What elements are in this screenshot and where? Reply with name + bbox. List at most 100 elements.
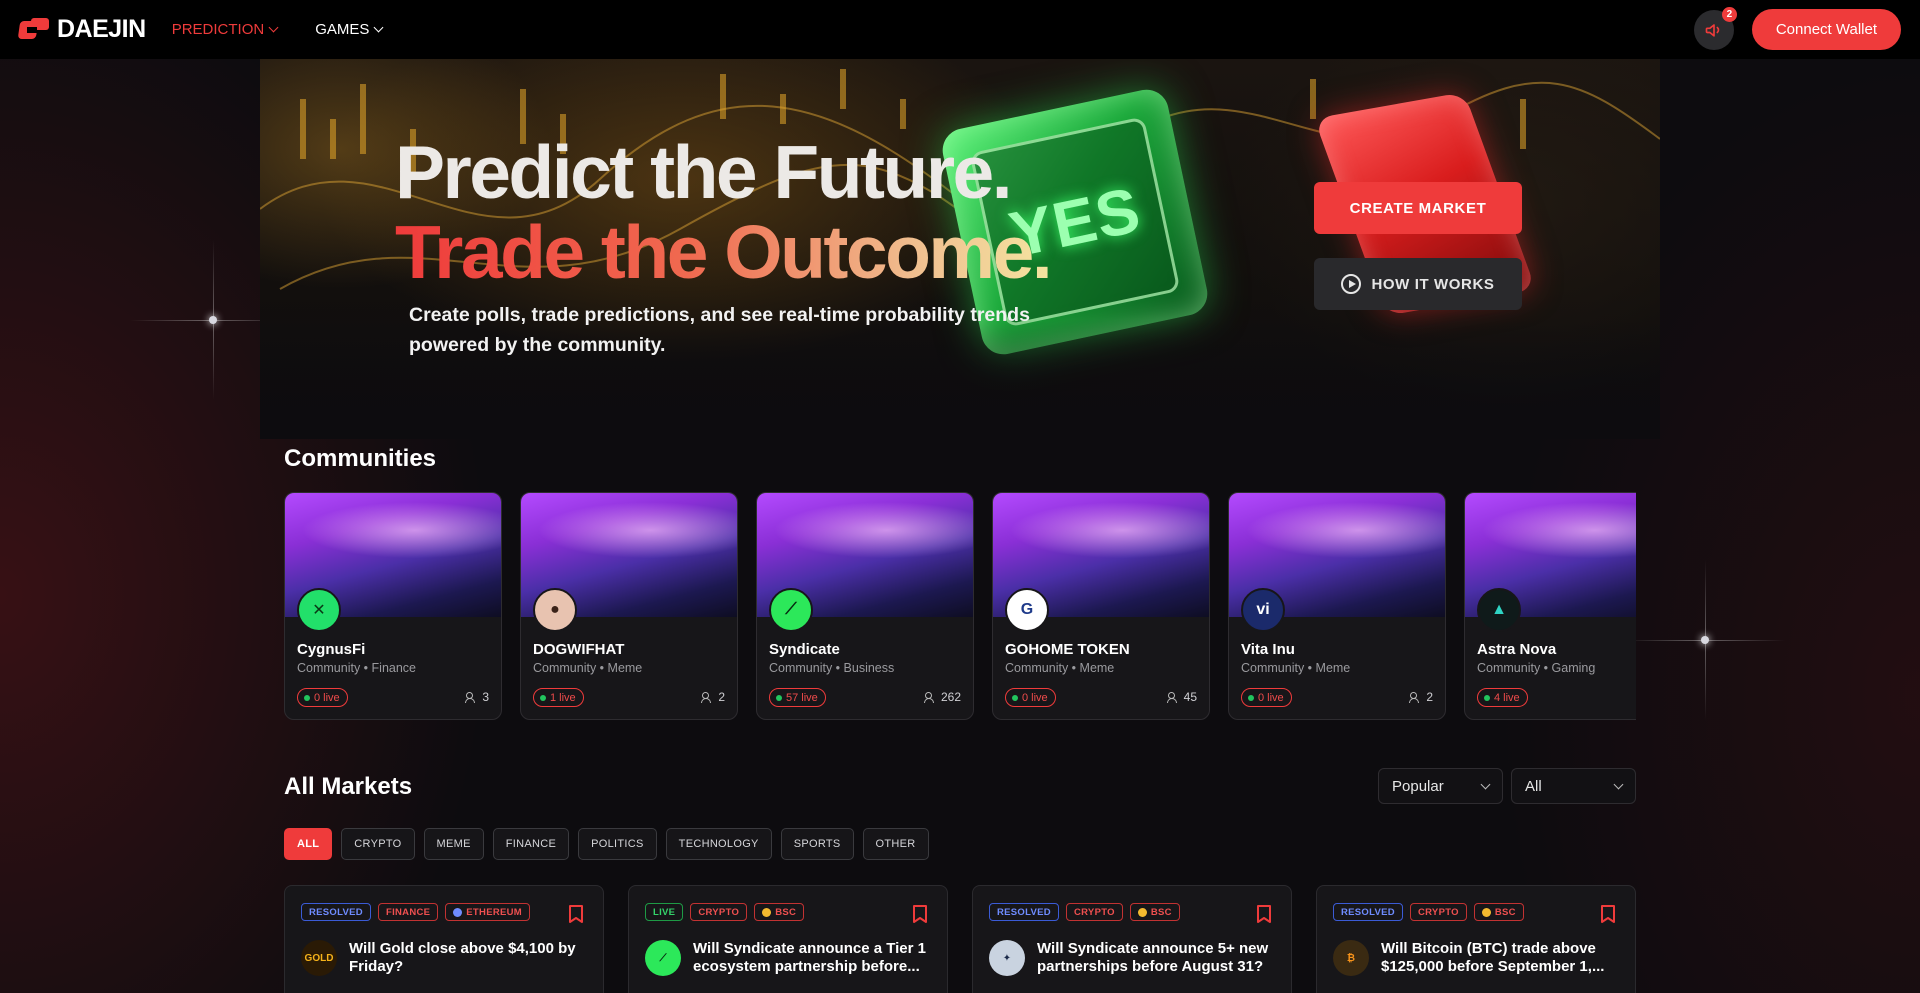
- all-markets-title: All Markets: [284, 773, 413, 800]
- chain-icon: [1481, 907, 1491, 917]
- live-count: 0 live: [314, 691, 340, 704]
- bookmark-icon: [913, 905, 927, 923]
- chain-icon: [762, 907, 772, 917]
- community-meta: Community • Finance: [297, 661, 417, 675]
- community-avatar: ●: [533, 588, 577, 632]
- community-meta: Community • Gaming: [1477, 661, 1596, 675]
- member-count: 2: [701, 690, 725, 704]
- create-market-label: CREATE MARKET: [1349, 199, 1487, 217]
- member-count: 2: [1409, 690, 1433, 704]
- connect-wallet-button[interactable]: Connect Wallet: [1751, 9, 1901, 50]
- community-card[interactable]: ● DOGWIFHAT Community • Meme 1 live 2: [520, 492, 738, 720]
- category-chip-sports[interactable]: SPORTS: [780, 828, 854, 860]
- market-avatar: ✦: [989, 940, 1025, 976]
- bookmark-button[interactable]: [1601, 905, 1615, 923]
- member-count: 45: [1166, 690, 1197, 704]
- bookmark-button[interactable]: [569, 905, 583, 923]
- play-circle-icon: [1341, 274, 1362, 294]
- category-chip-technology[interactable]: TECHNOLOGY: [665, 828, 772, 860]
- sparkle-decoration-right: [1625, 560, 1785, 720]
- chevron-down-icon: [1613, 779, 1624, 789]
- market-tags: RESOLVED CRYPTO BSC: [989, 903, 1180, 921]
- category-chip-politics[interactable]: POLITICS: [578, 828, 657, 860]
- member-count-value: 262: [940, 690, 961, 704]
- chevron-down-icon: [1480, 779, 1491, 789]
- bookmark-icon: [569, 905, 583, 923]
- category-badge: CRYPTO: [690, 903, 748, 921]
- chain-label: BSC: [775, 906, 797, 918]
- community-avatar: vi: [1241, 588, 1285, 632]
- chain-label: BSC: [1150, 906, 1172, 918]
- community-meta: Community • Business: [769, 661, 895, 675]
- community-card[interactable]: vi Vita Inu Community • Meme 0 live 2: [1228, 492, 1446, 720]
- market-question: Will Syndicate announce a Tier 1 ecosyst…: [693, 940, 926, 975]
- announcements-button[interactable]: 2: [1693, 6, 1737, 50]
- sort-select[interactable]: Popular: [1378, 768, 1503, 804]
- category-chip-meme[interactable]: MEME: [423, 828, 484, 860]
- bookmark-button[interactable]: [1257, 905, 1271, 923]
- community-avatar: ✕: [297, 588, 341, 632]
- megaphone-icon: [1705, 23, 1720, 37]
- users-icon: [701, 691, 713, 703]
- live-dot-icon: [540, 694, 546, 701]
- bookmark-button[interactable]: [913, 905, 927, 923]
- status-badge: RESOLVED: [301, 903, 371, 921]
- community-name: GOHOME TOKEN: [1005, 641, 1130, 658]
- member-count: 262: [923, 690, 961, 704]
- live-count: 57 live: [786, 691, 818, 704]
- users-icon: [1166, 691, 1179, 703]
- status-badge: LIVE: [645, 903, 684, 921]
- category-chip-crypto[interactable]: CRYPTO: [341, 828, 415, 860]
- market-avatar: GOLD: [301, 940, 337, 976]
- nav-games[interactable]: GAMES: [315, 21, 384, 38]
- top-navbar: DAEJIN PREDICTION GAMES 2 Connect Wallet: [0, 0, 1920, 59]
- market-card[interactable]: RESOLVED CRYPTO BSC ✦ Will Syndicate ann…: [972, 885, 1292, 993]
- live-dot-icon: [1484, 694, 1490, 701]
- community-name: Syndicate: [769, 641, 840, 658]
- market-tags: RESOLVED CRYPTO BSC: [1333, 903, 1524, 921]
- community-card[interactable]: ⟋ Syndicate Community • Business 57 live…: [756, 492, 974, 720]
- hero-banner: YES Predict the Future. Trade the Outcom…: [260, 59, 1660, 439]
- market-card[interactable]: RESOLVED CRYPTO BSC ₿ Will Bitcoin (BTC)…: [1316, 885, 1636, 993]
- market-card[interactable]: RESOLVED FINANCE ETHEREUM GOLD Will Gold…: [284, 885, 604, 993]
- chain-label: BSC: [1494, 906, 1516, 918]
- chevron-down-icon: [373, 22, 384, 33]
- community-card[interactable]: G GOHOME TOKEN Community • Meme 0 live 4…: [992, 492, 1210, 720]
- category-badge: CRYPTO: [1409, 903, 1467, 921]
- chain-icon: [453, 907, 463, 917]
- live-count-badge: 1 live: [533, 688, 584, 707]
- live-count: 1 live: [550, 691, 576, 704]
- live-count-badge: 0 live: [297, 688, 348, 707]
- community-name: Vita Inu: [1241, 641, 1295, 658]
- markets-grid: RESOLVED FINANCE ETHEREUM GOLD Will Gold…: [284, 885, 1636, 993]
- community-card[interactable]: ▲ Astra Nova Community • Gaming 4 live: [1464, 492, 1636, 720]
- live-dot-icon: [1012, 694, 1018, 701]
- status-badge: RESOLVED: [1333, 903, 1403, 921]
- community-meta: Community • Meme: [533, 661, 643, 675]
- live-count-badge: 4 live: [1477, 688, 1528, 707]
- bookmark-icon: [1257, 905, 1271, 923]
- category-chip-all[interactable]: ALL: [284, 828, 333, 860]
- member-count: 3: [465, 690, 489, 704]
- live-count: 0 live: [1258, 691, 1284, 704]
- market-card[interactable]: LIVE CRYPTO BSC ⟋ Will Syndicate announc…: [628, 885, 948, 993]
- market-question: Will Bitcoin (BTC) trade above $125,000 …: [1381, 940, 1605, 975]
- live-dot-icon: [1248, 694, 1254, 701]
- category-chip-other[interactable]: OTHER: [862, 828, 929, 860]
- community-card[interactable]: ✕ CygnusFi Community • Finance 0 live 3: [284, 492, 502, 720]
- community-avatar: G: [1005, 588, 1049, 632]
- market-question: Will Syndicate announce 5+ new partnersh…: [1037, 940, 1269, 975]
- category-chip-finance[interactable]: FINANCE: [492, 828, 570, 860]
- nav-prediction[interactable]: PREDICTION: [172, 21, 279, 38]
- market-avatar: ⟋: [645, 940, 681, 976]
- brand-logo[interactable]: DAEJIN: [17, 15, 146, 44]
- status-filter-select[interactable]: All: [1511, 768, 1636, 804]
- create-market-button[interactable]: CREATE MARKET: [1314, 182, 1522, 234]
- market-tags: RESOLVED FINANCE ETHEREUM: [301, 903, 531, 921]
- how-it-works-button[interactable]: HOW IT WORKS: [1314, 258, 1522, 310]
- chain-icon: [1137, 907, 1147, 917]
- how-it-works-label: HOW IT WORKS: [1371, 275, 1495, 293]
- hero-title-line1: Predict the Future.: [395, 130, 1013, 214]
- live-dot-icon: [304, 694, 310, 701]
- community-meta: Community • Meme: [1005, 661, 1115, 675]
